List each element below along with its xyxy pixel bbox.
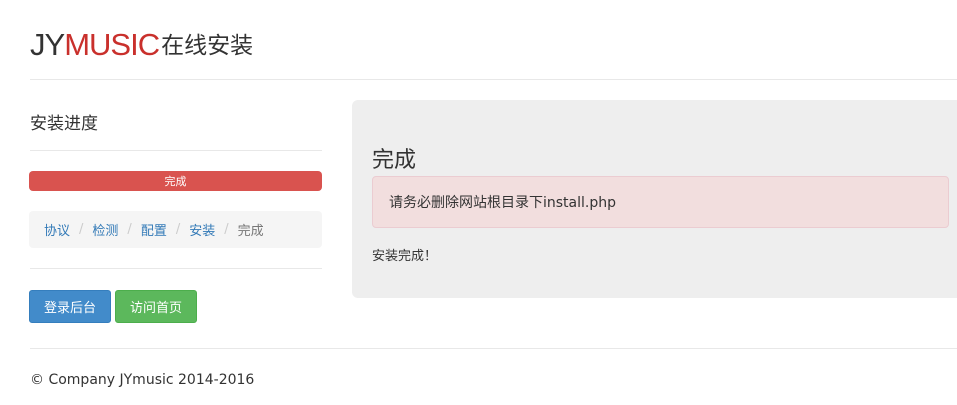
breadcrumb-step-config[interactable]: 配置 [141,220,167,239]
logo-brand: MUSIC [64,27,160,62]
footer-divider [30,348,957,349]
sidebar-divider-top [30,150,322,151]
breadcrumb-step-agreement[interactable]: 协议 [44,220,70,239]
breadcrumb-step-check[interactable]: 检测 [92,220,118,239]
visit-homepage-button[interactable]: 访问首页 [115,290,197,323]
header-divider [30,79,957,80]
result-panel: 完成 请务必删除网站根目录下install.php 安装完成！ [352,100,957,298]
breadcrumb-separator: / [127,222,132,237]
sidebar-title: 安装进度 [30,114,98,134]
footer-copyright: © Company JYmusic 2014-2016 [30,372,255,388]
breadcrumb-separator: / [224,222,229,237]
page-header: JY MUSIC 在线安装 [30,24,253,60]
login-admin-button[interactable]: 登录后台 [29,290,111,323]
breadcrumb-step-complete: 完成 [237,224,264,239]
install-progress-bar: 完成 [29,171,322,191]
warning-alert: 请务必删除网站根目录下install.php [372,176,949,228]
logo-suffix: 在线安装 [161,33,254,59]
sidebar-divider-bottom [30,268,322,269]
breadcrumb-separator: / [175,222,181,237]
breadcrumb-step-install[interactable]: 安装 [189,220,215,239]
breadcrumb-separator: / [79,222,84,237]
completion-message: 安装完成！ [372,249,438,264]
site-logo[interactable]: JY MUSIC 在线安装 [30,29,253,60]
progress-label: 完成 [164,175,187,188]
panel-title: 完成 [372,148,417,173]
logo-prefix: JY [30,27,65,62]
step-breadcrumb: 协议 / 检测 / 配置 / 安装 / 完成 [29,211,322,248]
alert-text: 请务必删除网站根目录下install.php [389,195,617,211]
